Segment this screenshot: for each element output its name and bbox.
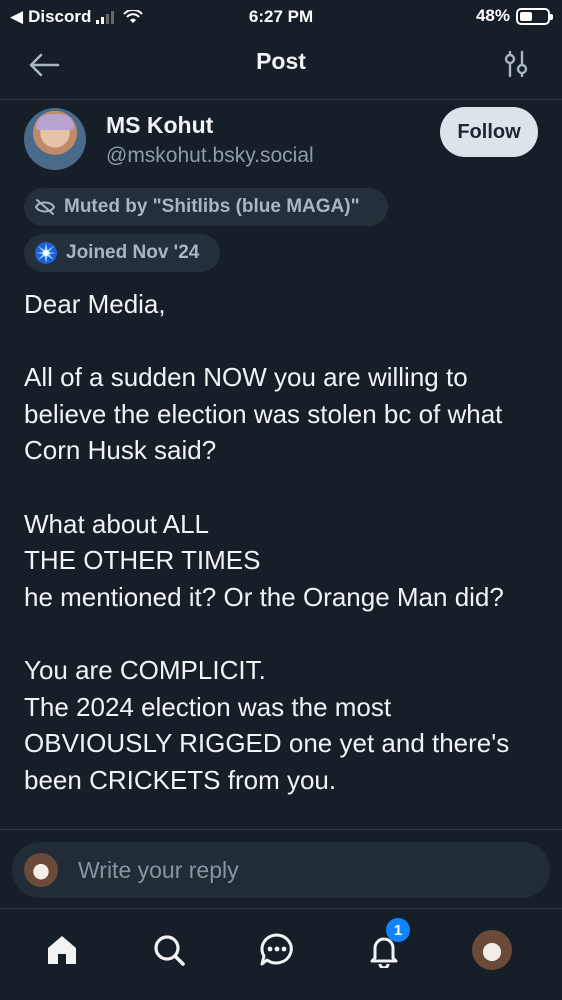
reply-placeholder: Write your reply xyxy=(78,856,239,883)
thread-options-button[interactable] xyxy=(500,48,532,80)
profile-avatar xyxy=(472,930,512,970)
search-icon xyxy=(154,935,185,966)
reply-input[interactable]: Write your reply xyxy=(12,842,550,898)
status-bar: ◀ Discord 6:27 PM 48% xyxy=(0,0,562,34)
starburst-icon xyxy=(35,242,57,264)
post-header: Post xyxy=(0,34,562,100)
author-name[interactable]: MS Kohut xyxy=(106,112,213,139)
battery-percent: 48% xyxy=(475,6,510,25)
tab-home[interactable] xyxy=(38,926,86,974)
follow-button[interactable]: Follow xyxy=(440,107,538,157)
filter-icon xyxy=(504,50,528,78)
battery-icon xyxy=(516,7,553,25)
reply-avatar xyxy=(24,853,58,887)
battery-level-fill xyxy=(520,11,532,21)
author-handle[interactable]: @mskohut.bsky.social xyxy=(106,144,314,168)
joined-badge: Joined Nov '24 xyxy=(24,234,220,272)
page-title: Post xyxy=(256,48,306,74)
tab-bar: 1 xyxy=(0,910,562,1000)
notification-badge: 1 xyxy=(386,918,410,942)
chat-icon xyxy=(260,933,293,966)
muted-label: Muted by "Shitlibs (blue MAGA)" xyxy=(64,196,360,217)
joined-label: Joined Nov '24 xyxy=(66,242,200,263)
home-icon xyxy=(48,936,76,964)
muted-eye-icon xyxy=(34,199,56,215)
post-text: Dear Media, All of a sudden NOW you are … xyxy=(24,289,510,795)
post-author: MS Kohut @mskohut.bsky.social Follow xyxy=(0,104,562,184)
tab-profile[interactable] xyxy=(468,926,516,974)
tab-notifications[interactable]: 1 xyxy=(360,918,410,974)
reply-composer: Write your reply xyxy=(0,829,562,909)
author-avatar[interactable] xyxy=(24,108,86,170)
tab-search[interactable] xyxy=(145,926,193,974)
status-bar-right: 48% xyxy=(475,6,553,26)
muted-badge[interactable]: Muted by "Shitlibs (blue MAGA)" xyxy=(24,188,388,226)
tab-chat[interactable] xyxy=(253,926,301,974)
